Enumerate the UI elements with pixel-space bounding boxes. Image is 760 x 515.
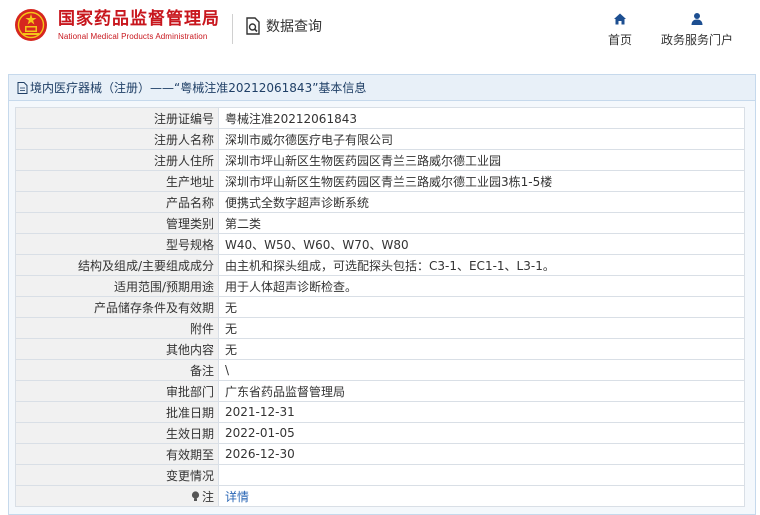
table-row: 适用范围/预期用途 用于人体超声诊断检查。 — [15, 275, 745, 297]
home-icon — [614, 13, 626, 25]
top-header: 国家药品监督管理局 National Medical Products Admi… — [0, 0, 760, 70]
field-value: 深圳市坪山新区生物医药园区青兰三路威尔德工业园 — [218, 149, 745, 171]
site-title: 国家药品监督管理局 — [58, 9, 220, 29]
lightbulb-icon — [191, 490, 200, 501]
field-label: 生效日期 — [15, 422, 219, 444]
data-query-link[interactable]: 数据查询 — [243, 16, 322, 36]
field-label: 批准日期 — [15, 401, 219, 423]
field-value: 2021-12-31 — [218, 401, 745, 423]
nav-portal-label: 政务服务门户 — [660, 33, 733, 47]
nav-home[interactable]: 首页 — [602, 12, 638, 48]
user-icon — [691, 13, 703, 25]
field-value: 用于人体超声诊断检查。 — [218, 275, 745, 297]
field-value: 由主机和探头组成，可选配探头包括：C3-1、EC1-1、L3-1。 — [218, 254, 745, 276]
field-value: 无 — [218, 296, 745, 318]
data-query-label: 数据查询 — [266, 19, 322, 35]
table-row: 型号规格 W40、W50、W60、W70、W80 — [15, 233, 745, 255]
note-value-cell: 详情 — [218, 485, 745, 507]
table-row: 变更情况 — [15, 464, 745, 486]
table-row: 生产地址 深圳市坪山新区生物医药园区青兰三路威尔德工业园3栋1-5楼 — [15, 170, 745, 192]
table-row: 注 详情 — [15, 485, 745, 507]
document-icon — [17, 81, 28, 94]
table-row: 管理类别 第二类 — [15, 212, 745, 234]
field-label: 注册证编号 — [15, 107, 219, 129]
detail-panel: 境内医疗器械（注册）——“粤械注准20212061843”基本信息 注册证编号粤… — [8, 74, 756, 515]
field-value: 无 — [218, 317, 745, 339]
field-value: 粤械注准20212061843 — [218, 107, 745, 129]
table-row: 产品储存条件及有效期无 — [15, 296, 745, 318]
header-divider — [232, 14, 233, 44]
field-label: 变更情况 — [15, 464, 219, 486]
field-label: 产品名称 — [15, 191, 219, 213]
nav-home-label: 首页 — [607, 33, 632, 47]
national-emblem-icon — [15, 9, 47, 41]
table-row: 注册证编号 粤械注准20212061843 — [15, 107, 745, 129]
info-table: 注册证编号 粤械注准20212061843 注册人名称 深圳市威尔德医疗电子有限公司注… — [15, 107, 745, 507]
table-row: 批准日期 2021-12-31 — [15, 401, 745, 423]
site-logo[interactable]: 国家药品监督管理局 National Medical Products Admi… — [14, 8, 220, 42]
field-label: 有效期至 — [15, 443, 219, 465]
table-row: 其他内容无 — [15, 338, 745, 360]
table-row: 审批部门 广东省药品监督管理局 — [15, 380, 745, 402]
field-label: 备注 — [15, 359, 219, 381]
table-row: 注册人名称 深圳市威尔德医疗电子有限公司 — [15, 128, 745, 150]
site-subtitle: National Medical Products Administration — [58, 32, 208, 41]
field-value: W40、W50、W60、W70、W80 — [218, 233, 745, 255]
table-row: 附件无 — [15, 317, 745, 339]
table-row: 备注 \ — [15, 359, 745, 381]
details-link[interactable]: 详情 — [225, 490, 249, 504]
field-value: 2022-01-05 — [218, 422, 745, 444]
field-label: 管理类别 — [15, 212, 219, 234]
field-value — [218, 464, 745, 486]
table-row: 结构及组成/主要组成成分 由主机和探头组成，可选配探头包括：C3-1、EC1-1、… — [15, 254, 745, 276]
field-value: 便携式全数字超声诊断系统 — [218, 191, 745, 213]
field-label: 产品储存条件及有效期 — [15, 296, 219, 318]
note-label: 注 — [201, 489, 214, 504]
field-label: 注册人住所 — [15, 149, 219, 171]
field-label: 适用范围/预期用途 — [15, 275, 219, 297]
field-label: 附件 — [15, 317, 219, 339]
field-label: 生产地址 — [15, 170, 219, 192]
field-value: 深圳市威尔德医疗电子有限公司 — [218, 128, 745, 150]
field-value: \ — [218, 359, 745, 381]
panel-title: 境内医疗器械（注册）——“粤械注准20212061843”基本信息 — [30, 80, 367, 95]
field-label: 注册人名称 — [15, 128, 219, 150]
table-row: 有效期至 2026-12-30 — [15, 443, 745, 465]
table-row: 生效日期 2022-01-05 — [15, 422, 745, 444]
field-value: 2026-12-30 — [218, 443, 745, 465]
field-value: 无 — [218, 338, 745, 360]
note-label-cell: 注 — [15, 485, 219, 507]
panel-header: 境内医疗器械（注册）——“粤械注准20212061843”基本信息 — [9, 75, 755, 101]
field-value: 广东省药品监督管理局 — [218, 380, 745, 402]
field-value: 深圳市坪山新区生物医药园区青兰三路威尔德工业园3栋1-5楼 — [218, 170, 745, 192]
nav-service-portal[interactable]: 政务服务门户 — [658, 12, 736, 48]
table-row: 产品名称 便携式全数字超声诊断系统 — [15, 191, 745, 213]
field-label: 结构及组成/主要组成成分 — [15, 254, 219, 276]
field-value: 第二类 — [218, 212, 745, 234]
field-label: 其他内容 — [15, 338, 219, 360]
table-row: 注册人住所 深圳市坪山新区生物医药园区青兰三路威尔德工业园 — [15, 149, 745, 171]
field-label: 审批部门 — [15, 380, 219, 402]
field-label: 型号规格 — [15, 233, 219, 255]
document-search-icon — [246, 17, 260, 35]
